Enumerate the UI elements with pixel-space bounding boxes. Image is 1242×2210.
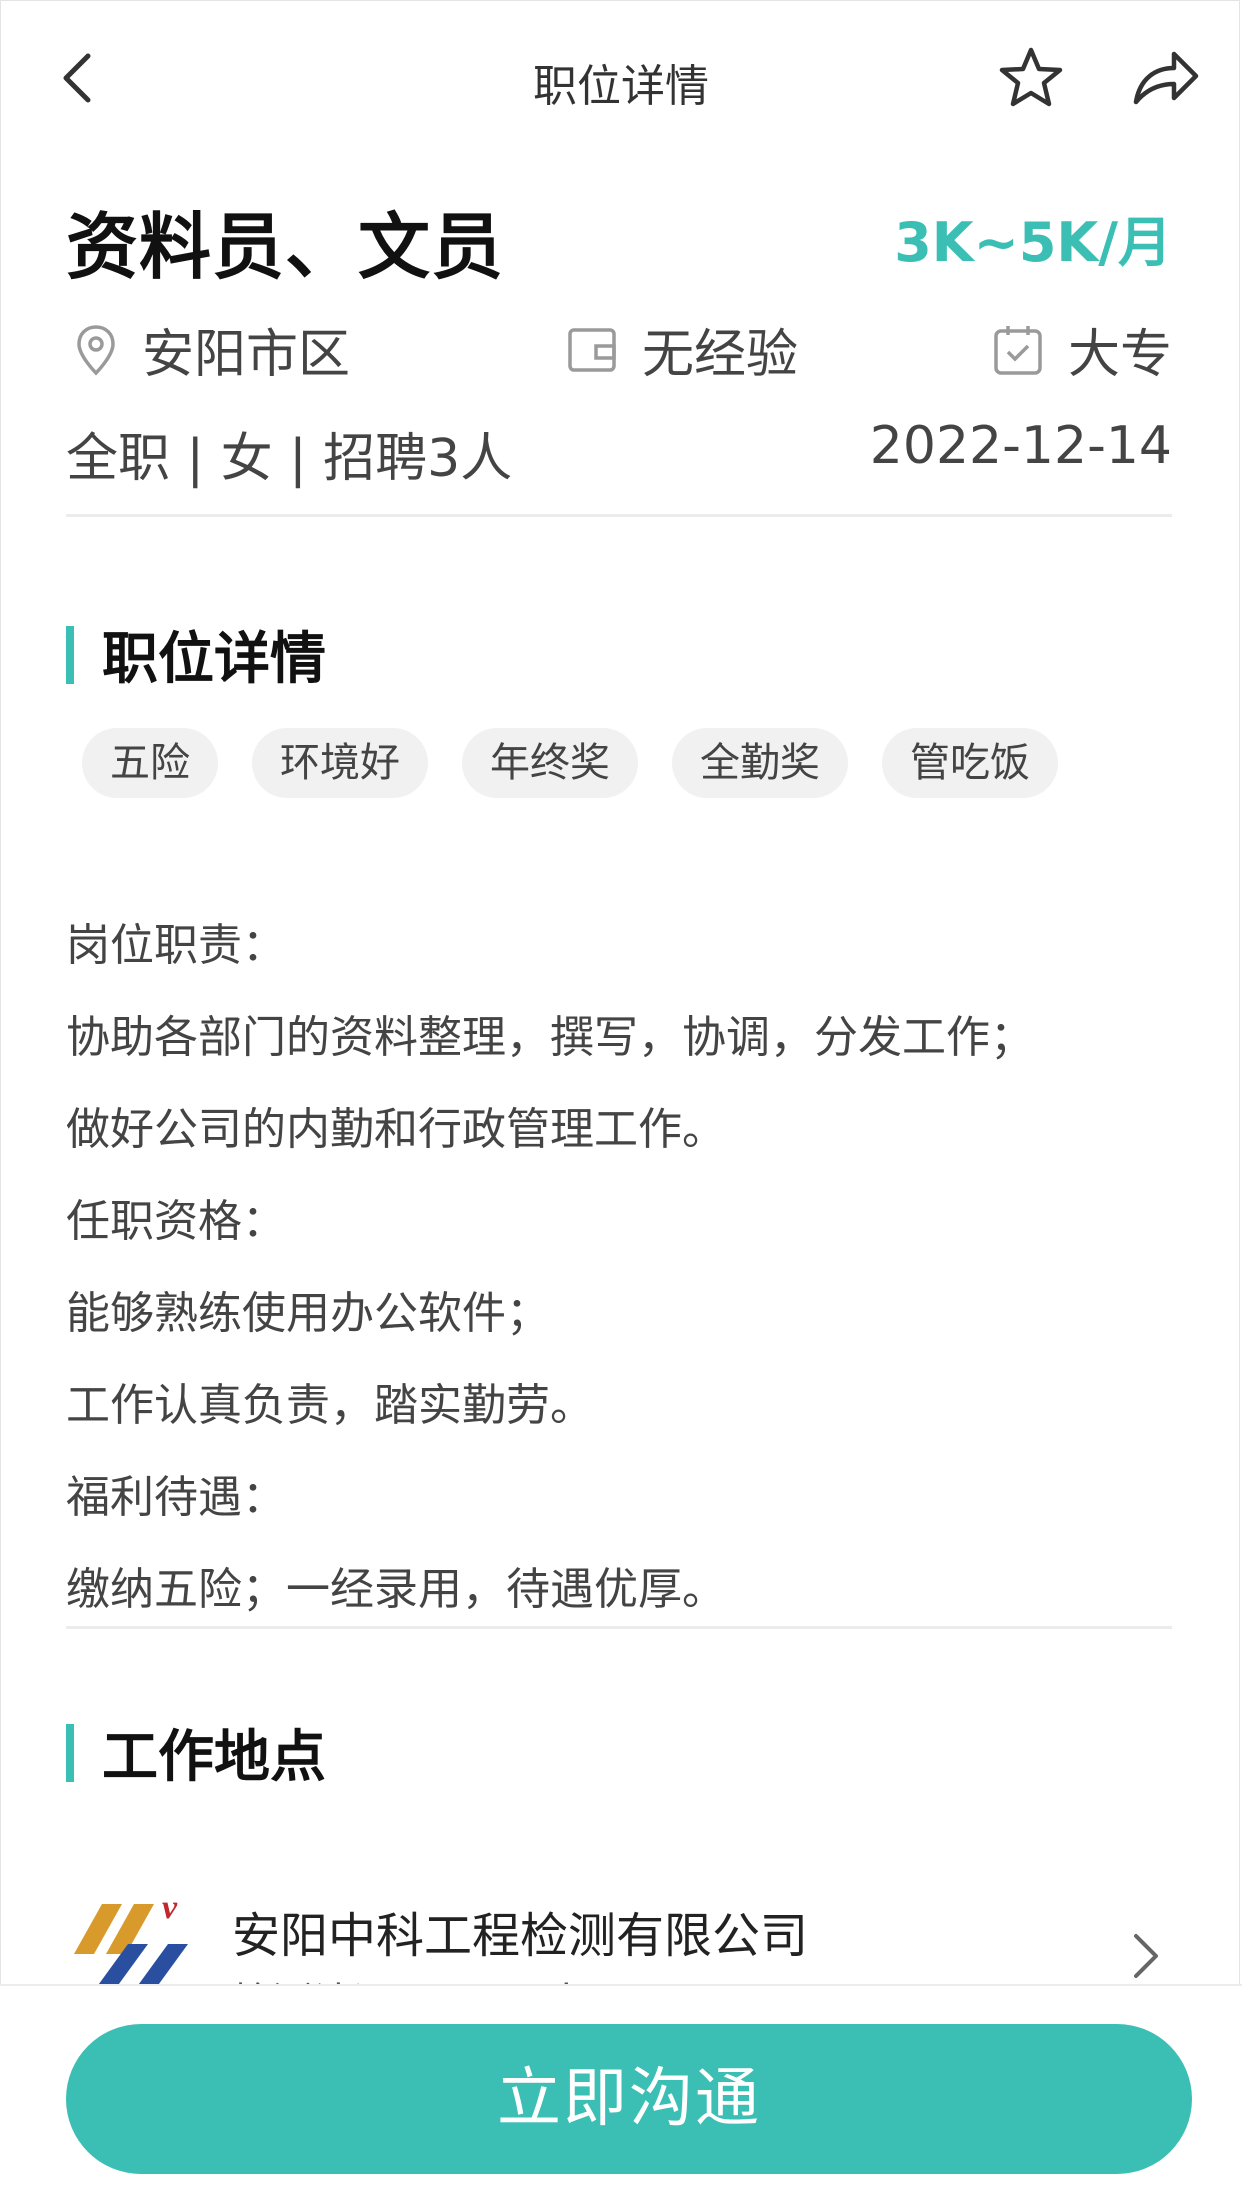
section-title: 职位详情 <box>102 627 326 692</box>
job-description: 岗位职责： 协助各部门的资料整理，撰写，协调，分发工作； 做好公司的内勤和行政管… <box>66 900 1034 1636</box>
job-title: 资料员、文员 <box>66 205 505 289</box>
share-arrow-icon[interactable] <box>1130 44 1200 110</box>
section-accent-bar <box>66 625 74 684</box>
benefit-tag: 全勤奖 <box>672 728 848 798</box>
bottom-action-bar: 立即沟通 <box>0 1984 1242 2210</box>
description-line: 做好公司的内勤和行政管理工作。 <box>66 1104 726 1155</box>
benefit-tag: 环境好 <box>252 728 428 798</box>
chat-now-button[interactable]: 立即沟通 <box>66 2024 1192 2174</box>
company-name: 安阳中科工程检测有限公司 <box>232 1908 809 1964</box>
education-text: 大专 <box>1067 325 1172 385</box>
location-pin-icon <box>77 324 115 375</box>
divider <box>66 514 1172 517</box>
benefit-tag: 管吃饭 <box>882 728 1058 798</box>
calendar-check-icon <box>994 325 1042 375</box>
description-line: 缴纳五险；一经录用，待遇优厚。 <box>66 1564 726 1615</box>
star-outline-icon[interactable] <box>998 46 1064 112</box>
section-work-location-header: 工作地点 <box>66 1712 326 1793</box>
divider <box>66 1626 1172 1629</box>
company-card[interactable]: v 安阳中科工程检测有限公司 检测认证 · 20-99人 <box>66 1874 1176 2026</box>
description-line: 岗位职责： <box>66 920 286 971</box>
description-line: 任职资格： <box>66 1196 286 1247</box>
company-logo: v <box>74 1889 188 1988</box>
benefit-tag: 五险 <box>82 728 218 798</box>
svg-text:v: v <box>162 1889 178 1926</box>
benefit-tag: 年终奖 <box>462 728 638 798</box>
nav-bar: 职位详情 <box>0 0 1242 160</box>
salary-range: 3K~5K/月 <box>894 211 1172 274</box>
job-info-line: 全职 | 女 | 招聘3人 <box>66 429 513 489</box>
job-experience: 无经验 <box>566 312 798 387</box>
post-date: 2022-12-14 <box>869 416 1172 476</box>
benefit-tags: 五险 环境好 年终奖 全勤奖 管吃饭 <box>82 728 1092 798</box>
description-line: 协助各部门的资料整理，撰写，协调，分发工作； <box>66 1012 1034 1063</box>
job-education: 大专 <box>992 312 1172 387</box>
chevron-right-icon <box>1134 1934 1158 1978</box>
description-line: 能够熟练使用办公软件； <box>66 1288 550 1339</box>
description-line: 工作认真负责，踏实勤劳。 <box>66 1380 594 1431</box>
section-title: 工作地点 <box>102 1725 326 1790</box>
location-text: 安阳市区 <box>142 325 351 385</box>
job-location: 安阳市区 <box>74 312 350 387</box>
briefcase-icon <box>568 327 616 372</box>
description-line: 福利待遇： <box>66 1472 286 1523</box>
section-accent-bar <box>66 1723 74 1782</box>
experience-text: 无经验 <box>642 325 799 385</box>
section-job-details-header: 职位详情 <box>66 614 326 695</box>
